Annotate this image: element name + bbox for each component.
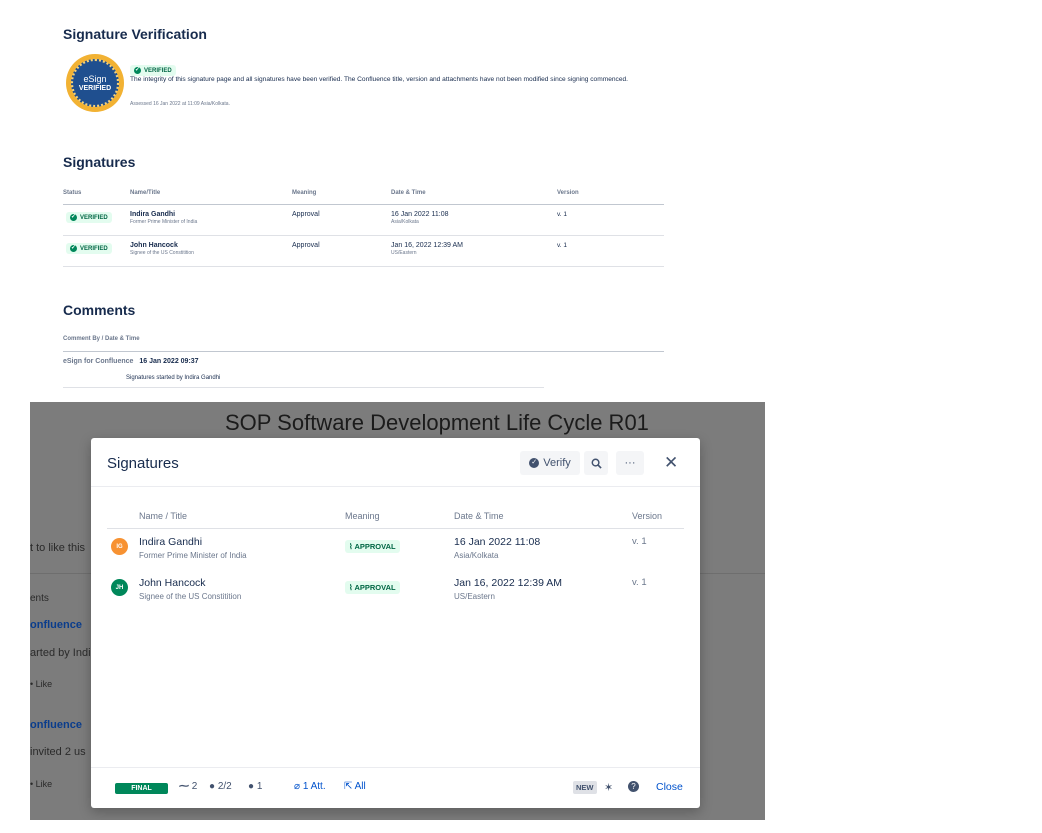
- comment-author-link[interactable]: onfluence: [30, 719, 82, 731]
- check-icon: ✓: [134, 67, 141, 74]
- check-icon: ✓: [70, 245, 77, 252]
- new-badge: NEW: [573, 781, 597, 794]
- table-row: ✓ VERIFIED Indira Gandhi Former Prime Min…: [63, 205, 664, 236]
- header-meaning: Meaning: [345, 511, 380, 521]
- comments-label: ents: [30, 593, 49, 604]
- verify-button[interactable]: ✓ Verify: [520, 451, 580, 475]
- seal-line2: VERIFIED: [78, 84, 112, 92]
- help-icon[interactable]: ?: [628, 781, 639, 792]
- header-status: Status: [63, 190, 82, 196]
- header-date: Date & Time: [454, 511, 504, 521]
- comment-author-link[interactable]: onfluence: [30, 619, 82, 631]
- meaning-cell: Approval: [292, 211, 320, 218]
- signer-role: Signee of the US Constitition: [139, 592, 242, 601]
- signer-name: Indira Gandhi: [139, 536, 203, 548]
- signature-page: Signature Verification eSign VERIFIED ✓ V…: [0, 0, 1042, 402]
- divider: [63, 387, 544, 388]
- status-badge: ✓ VERIFIED: [66, 212, 112, 223]
- signature-row[interactable]: IG Indira Gandhi Former Prime Minister o…: [91, 536, 700, 572]
- signers-count[interactable]: ● 2/2: [209, 781, 232, 792]
- signed-timezone: US/Eastern: [454, 592, 495, 601]
- divider: [91, 486, 700, 487]
- like-link[interactable]: • Like: [30, 679, 52, 689]
- header-name: Name / Title: [139, 511, 188, 521]
- date-cell: Jan 16, 2022 12:39 AM US/Eastern: [391, 242, 463, 256]
- header-version: Version: [557, 190, 579, 196]
- verified-badge: ✓ VERIFIED: [130, 58, 176, 76]
- version: v. 1: [632, 536, 647, 547]
- table-header: Status Name/Title Meaning Date & Time Ve…: [63, 187, 664, 205]
- check-circle-icon: ✓: [529, 458, 540, 468]
- dialog-footer: FINAL ⁓ 2 ● 2/2 ● 1 ⌀ 1 Att. ⇱ All NEW ✶…: [91, 767, 700, 808]
- version: v. 1: [632, 577, 647, 588]
- signature-icon: ⁓: [179, 781, 189, 792]
- signer-name: John Hancock: [139, 577, 206, 589]
- approval-badge: ⌇ APPROVAL: [345, 540, 400, 553]
- signature-row[interactable]: JH John Hancock Signee of the US Constit…: [91, 577, 700, 613]
- version-cell: v. 1: [557, 242, 567, 249]
- avatar: IG: [111, 538, 128, 555]
- check-icon: ✓: [70, 214, 77, 221]
- attachments-link[interactable]: ⌀ 1 Att.: [294, 781, 326, 792]
- avatar: JH: [111, 579, 128, 596]
- comments-header: Comment By / Date & Time: [63, 336, 664, 352]
- search-icon: [591, 458, 602, 469]
- user-icon: ●: [209, 781, 216, 792]
- comment-text: Signatures started by Indira Gandhi: [126, 375, 221, 381]
- final-status-badge: FINAL: [115, 783, 168, 794]
- more-icon: ···: [624, 457, 636, 469]
- comment-author: eSign for Confluence: [63, 358, 134, 365]
- more-button[interactable]: ···: [616, 451, 644, 475]
- signatures-dialog: Signatures ✓ Verify ··· ✕ Name / Title M…: [91, 438, 700, 808]
- watchers-count[interactable]: ● 1: [248, 781, 262, 792]
- header-date: Date & Time: [391, 190, 426, 196]
- users-icon: ●: [248, 781, 255, 792]
- like-link[interactable]: • Like: [30, 779, 52, 789]
- seal-line1: eSign: [83, 73, 107, 84]
- verification-title: Signature Verification: [63, 26, 207, 42]
- verification-assessed: Assessed 16 Jan 2022 at 11:09 Asia/Kolka…: [130, 101, 230, 107]
- signer-name-cell: John Hancock Signee of the US Constititi…: [130, 242, 194, 256]
- page-title: SOP Software Development Life Cycle R01: [225, 410, 649, 435]
- paperclip-icon: ⌀: [294, 781, 301, 792]
- close-icon[interactable]: ✕: [664, 453, 678, 473]
- announcement-icon[interactable]: ✶: [604, 781, 613, 794]
- comment-text: invited 2 us: [30, 746, 86, 758]
- comments-title: Comments: [63, 302, 136, 318]
- dialog-title: Signatures: [107, 455, 179, 472]
- table-row: ✓ VERIFIED John Hancock Signee of the US …: [63, 236, 664, 267]
- confluence-page-dimmed: SOP Software Development Life Cycle R01 …: [30, 402, 765, 820]
- all-link[interactable]: ⇱ All: [344, 781, 366, 792]
- share-icon: ⇱: [344, 781, 353, 792]
- signed-date: 16 Jan 2022 11:08: [454, 536, 541, 548]
- signed-timezone: Asia/Kolkata: [454, 551, 499, 560]
- approval-badge: ⌇ APPROVAL: [345, 581, 400, 594]
- date-cell: 16 Jan 2022 11:08 Asia/Kolkata: [391, 211, 449, 225]
- status-badge: ✓ VERIFIED: [66, 243, 112, 254]
- comment-date: 16 Jan 2022 09:37: [139, 358, 199, 365]
- signatures-title: Signatures: [63, 154, 136, 170]
- header-name: Name/Title: [130, 190, 161, 196]
- comment-meta: eSign for Confluence 16 Jan 2022 09:37: [63, 358, 199, 365]
- signature-count[interactable]: ⁓ 2: [179, 781, 197, 792]
- signer-name-cell: Indira Gandhi Former Prime Minister of I…: [130, 211, 198, 225]
- signatures-table: Status Name/Title Meaning Date & Time Ve…: [63, 187, 664, 267]
- header-version: Version: [632, 511, 663, 521]
- divider: [107, 528, 684, 529]
- meaning-cell: Approval: [292, 242, 320, 249]
- esign-verified-seal: eSign VERIFIED: [66, 54, 124, 112]
- header-meaning: Meaning: [292, 190, 317, 196]
- version-cell: v. 1: [557, 211, 567, 218]
- signed-date: Jan 16, 2022 12:39 AM: [454, 577, 562, 589]
- like-prompt: t to like this: [30, 542, 86, 554]
- search-button[interactable]: [584, 451, 608, 475]
- comment-text: arted by Indi: [30, 647, 91, 659]
- verification-message: The integrity of this signature page and…: [130, 76, 629, 83]
- close-button[interactable]: Close: [656, 781, 683, 793]
- signer-role: Former Prime Minister of India: [139, 551, 247, 560]
